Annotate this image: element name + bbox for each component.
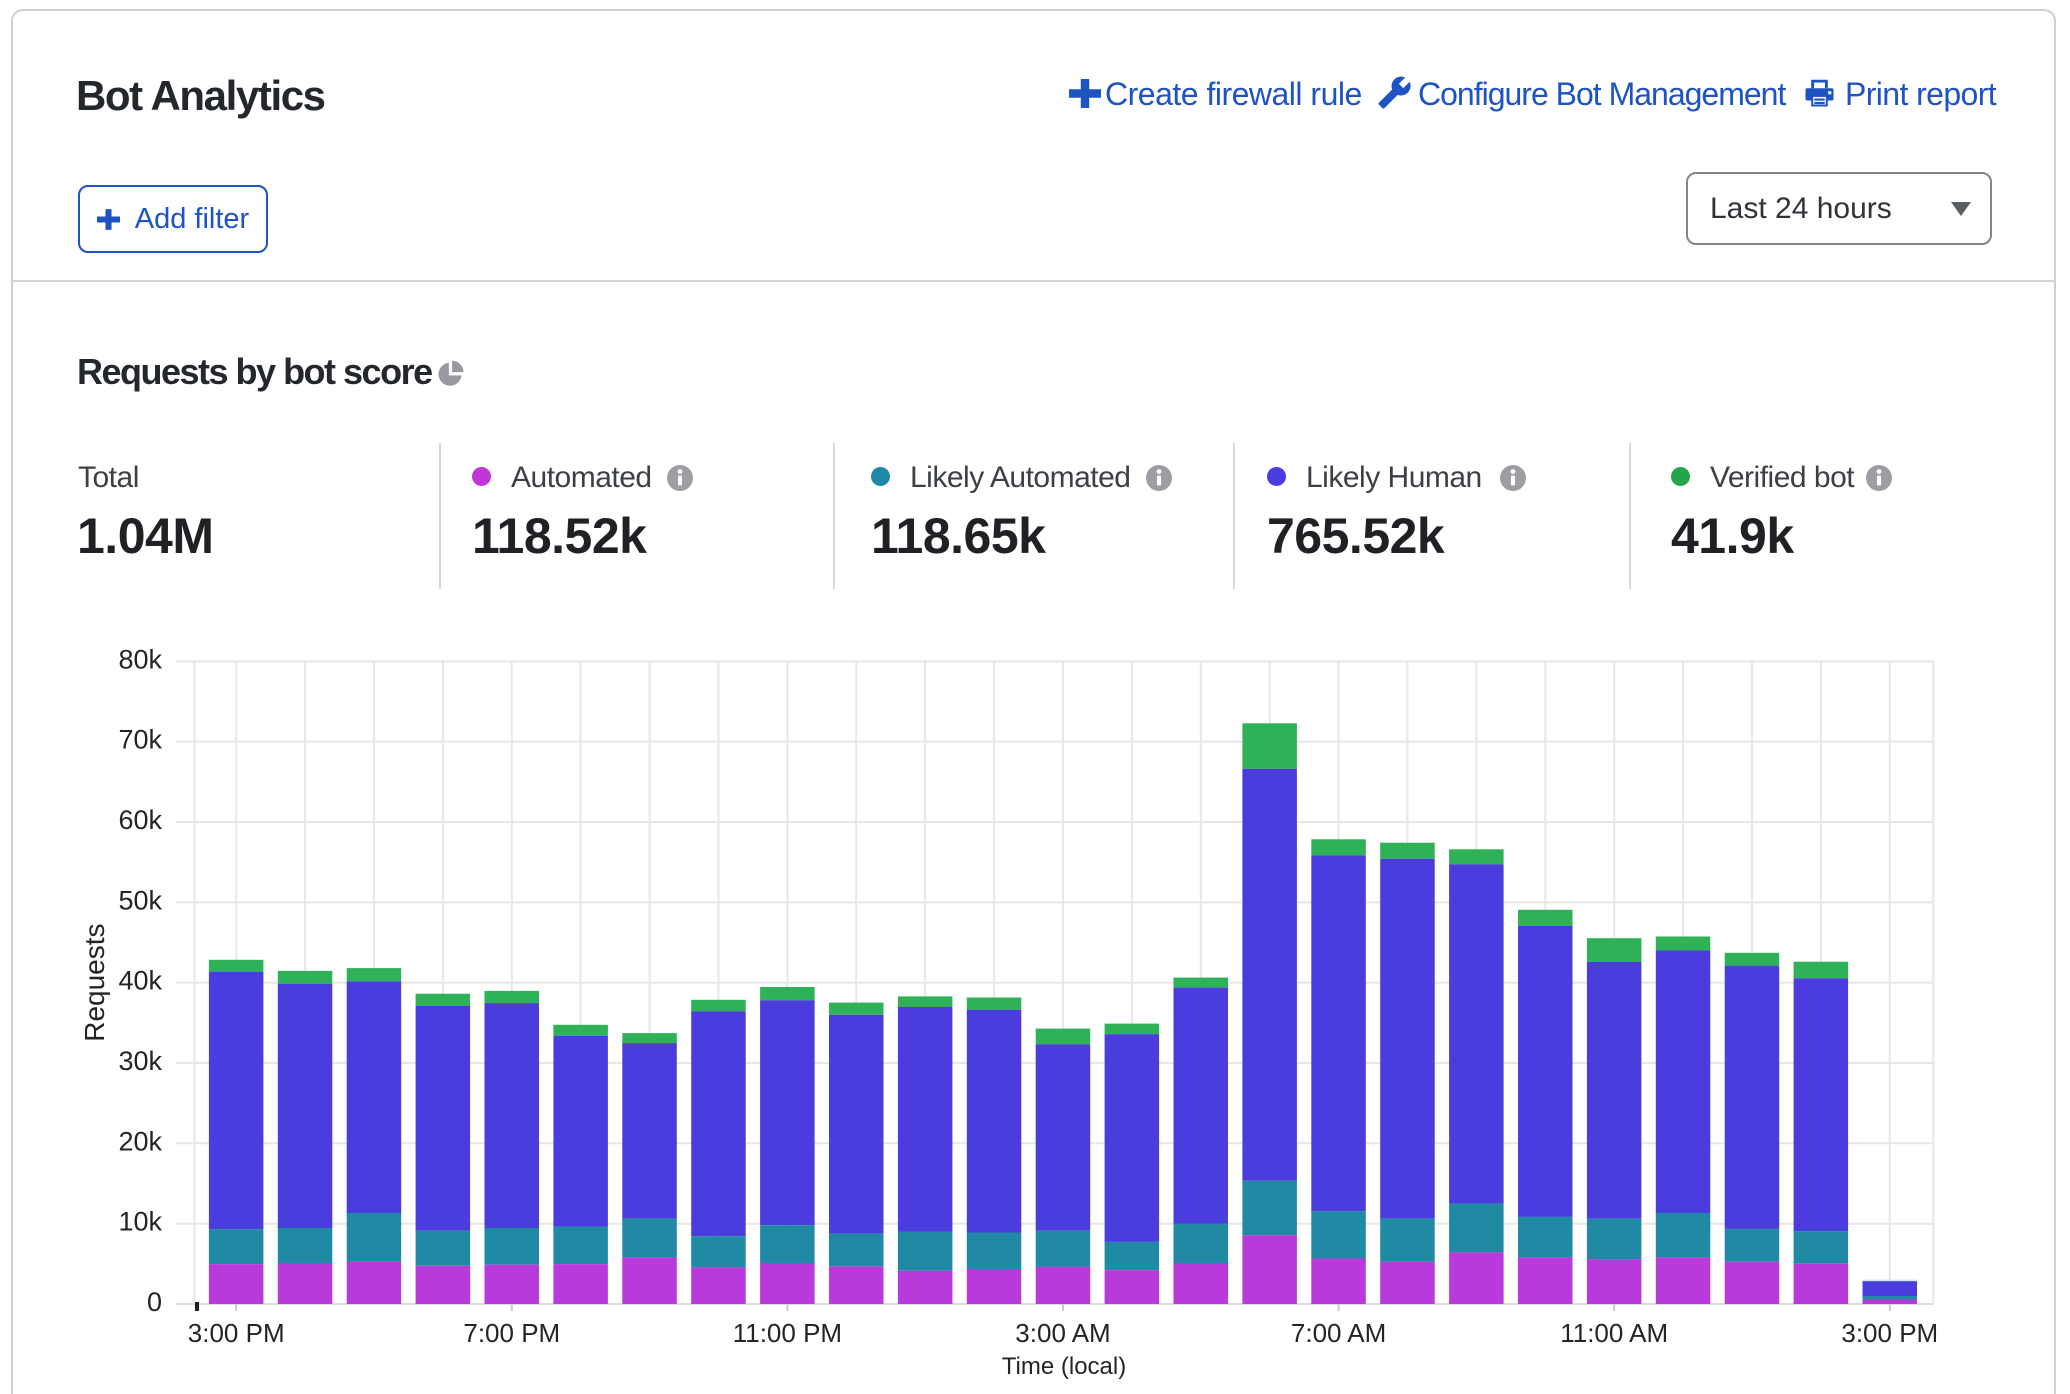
- svg-text:Time (local): Time (local): [1002, 1353, 1126, 1380]
- svg-text:60k: 60k: [118, 805, 162, 835]
- svg-text:7:00 PM: 7:00 PM: [463, 1318, 560, 1348]
- svg-text:40k: 40k: [118, 966, 162, 996]
- svg-text:10k: 10k: [118, 1207, 162, 1237]
- svg-text:3:00 AM: 3:00 AM: [1015, 1318, 1110, 1348]
- svg-text:7:00 AM: 7:00 AM: [1291, 1318, 1386, 1348]
- svg-text:11:00 AM: 11:00 AM: [1560, 1318, 1668, 1348]
- svg-text:11:00 PM: 11:00 PM: [733, 1318, 842, 1348]
- svg-text:3:00 PM: 3:00 PM: [188, 1318, 285, 1348]
- svg-text:80k: 80k: [118, 644, 162, 674]
- svg-text:Requests: Requests: [79, 923, 110, 1041]
- svg-text:0: 0: [147, 1287, 162, 1317]
- svg-text:3:00 PM: 3:00 PM: [1841, 1318, 1938, 1348]
- svg-text:20k: 20k: [118, 1126, 162, 1156]
- svg-text:70k: 70k: [118, 725, 162, 755]
- svg-text:30k: 30k: [118, 1046, 162, 1076]
- svg-text:50k: 50k: [118, 885, 162, 915]
